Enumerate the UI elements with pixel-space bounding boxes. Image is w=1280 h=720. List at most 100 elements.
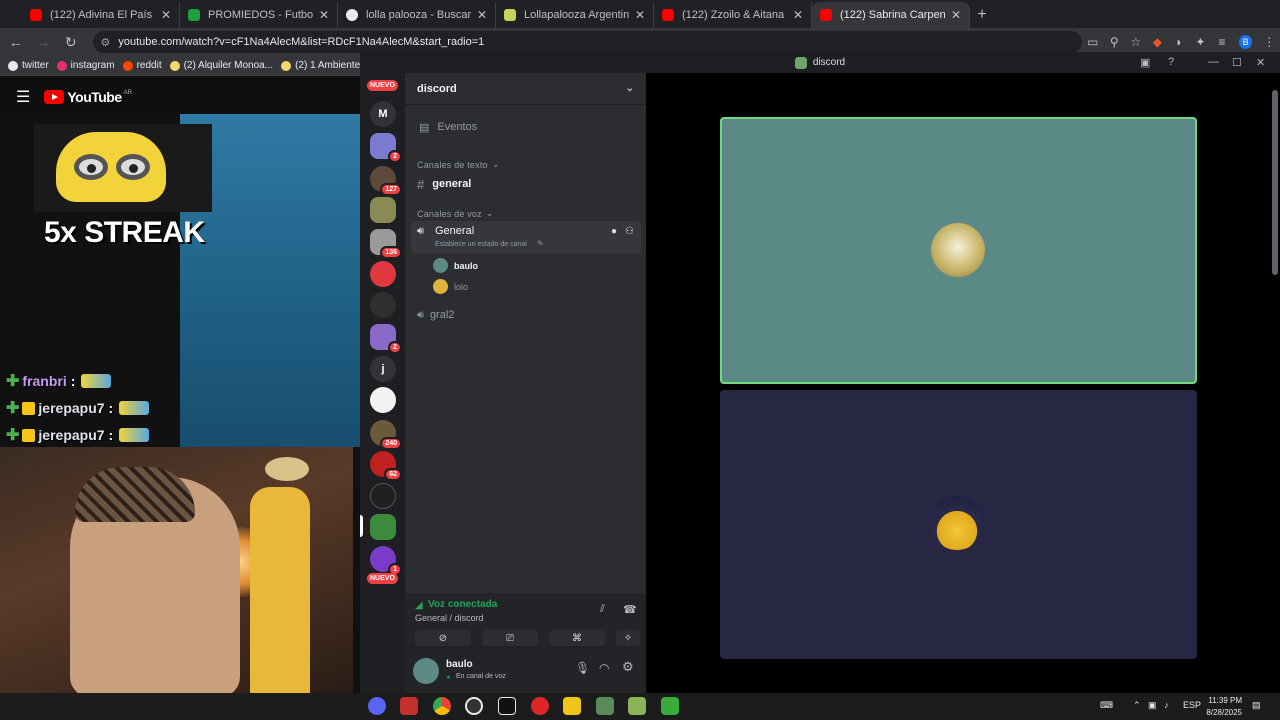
display-icon[interactable]: ▣ [1148, 700, 1157, 711]
bookmark-item[interactable]: reddit [122, 60, 162, 71]
channel-status-placeholder[interactable]: Establece un estado de canal [435, 241, 527, 248]
category-text-channels[interactable]: Canales de texto ⌄ [417, 159, 643, 170]
browser-tab-active[interactable]: (122) Sabrina Carpenter - Pleas ✕ [812, 2, 970, 28]
site-info-icon[interactable]: ⚙ [101, 36, 111, 49]
keyboard-icon[interactable]: ⌨ [1100, 700, 1113, 711]
new-tab-button[interactable]: + [970, 2, 994, 28]
user-name[interactable]: baulo [446, 659, 473, 670]
extension-fox-icon[interactable]: ◆ [1147, 35, 1169, 49]
server-icon-j[interactable]: j [370, 356, 396, 382]
app-taskbar-icon[interactable] [661, 697, 679, 715]
server-icon[interactable] [370, 261, 396, 287]
server-icon[interactable] [370, 197, 396, 223]
browser-tab[interactable]: Lollapalooza Argentina 2026 | T ✕ [496, 2, 654, 28]
chrome-taskbar-icon[interactable] [433, 697, 451, 715]
server-icon[interactable]: 2 [370, 324, 402, 354]
youtube-logo-text[interactable]: YouTube [67, 89, 122, 105]
settings-gear-icon[interactable]: ⚙ [622, 659, 634, 675]
voice-location[interactable]: General / discord [415, 613, 484, 623]
volume-icon[interactable]: ♪ [1164, 700, 1169, 710]
hamburger-menu-icon[interactable]: ☰ [16, 87, 30, 107]
bookmark-star-icon[interactable]: ☆ [1125, 35, 1147, 49]
minimize-icon[interactable]: — [1208, 56, 1219, 68]
close-tab-icon[interactable]: ✕ [951, 8, 961, 22]
disconnect-icon[interactable]: ☎ [623, 603, 637, 616]
close-tab-icon[interactable]: ✕ [161, 8, 171, 22]
user-avatar[interactable] [413, 658, 439, 684]
bookmark-item[interactable]: twitter [8, 60, 49, 71]
category-voice-channels[interactable]: Canales de voz ⌄ [417, 208, 643, 219]
notification-icon[interactable]: ▤ [1252, 700, 1261, 711]
add-member-icon[interactable]: ⚇ [625, 226, 634, 237]
microphone-icon[interactable]: 🎙︎ [575, 661, 590, 675]
participant-tile-speaking[interactable] [720, 117, 1197, 384]
inbox-icon[interactable]: ▣ [1140, 56, 1150, 69]
camera-button[interactable]: ⊘ [415, 630, 471, 646]
omnibox[interactable]: ⚙ youtube.com/watch?v=cF1Na4AlecM&list=R… [92, 31, 1082, 53]
obs-taskbar-icon[interactable] [465, 697, 483, 715]
close-tab-icon[interactable]: ✕ [793, 8, 803, 22]
youtube-logo-icon[interactable] [44, 90, 65, 104]
close-tab-icon[interactable]: ✕ [319, 8, 329, 22]
server-icon[interactable] [370, 292, 396, 318]
opera-gx-taskbar-icon[interactable] [531, 697, 549, 715]
page-scrollbar[interactable] [1272, 90, 1278, 275]
capcut-taskbar-icon[interactable] [498, 697, 516, 715]
pencil-icon[interactable]: ✎ [537, 239, 544, 248]
reload-icon[interactable]: ↻ [59, 34, 83, 51]
browser-tab[interactable]: lolla palooza - Buscar con Goog ✕ [338, 2, 496, 28]
game-launcher-taskbar-icon[interactable] [628, 697, 646, 715]
menu-kebab-icon[interactable]: ⋮ [1258, 35, 1280, 49]
extension-icon[interactable]: ◗ [1168, 35, 1190, 49]
profile-avatar[interactable]: B [1238, 35, 1253, 49]
server-icon[interactable]: 240 [370, 420, 402, 450]
file-explorer-taskbar-icon[interactable] [563, 697, 581, 715]
bookmark-item[interactable]: (2) Alquiler Monoa... [169, 60, 273, 71]
noise-suppression-icon[interactable]: ⫽ [600, 603, 605, 616]
close-tab-icon[interactable]: ✕ [635, 8, 645, 22]
browser-tab[interactable]: PROMIEDOS - Futbol Argentino ✕ [180, 2, 338, 28]
url-text[interactable]: youtube.com/watch?v=cF1Na4AlecM&list=RDc… [118, 36, 484, 48]
server-icon[interactable]: 136 [370, 229, 402, 259]
minecraft-taskbar-icon[interactable] [596, 697, 614, 715]
server-icon-m[interactable]: M [370, 101, 396, 127]
reading-list-icon[interactable]: ≡ [1211, 35, 1233, 49]
install-app-icon[interactable]: ▭ [1082, 35, 1104, 49]
forward-icon[interactable]: → [32, 34, 56, 50]
tab-search-area[interactable] [0, 2, 22, 28]
screen-share-button[interactable]: ⎚ [482, 630, 538, 646]
zoom-icon[interactable]: ⚲ [1103, 35, 1125, 49]
close-tab-icon[interactable]: ✕ [477, 8, 487, 22]
close-icon[interactable]: ✕ [1256, 56, 1265, 69]
help-icon[interactable]: ? [1168, 56, 1174, 68]
chat-bubble-icon[interactable]: ● [611, 226, 617, 237]
headphones-icon[interactable]: ◠ [599, 661, 609, 675]
activity-button[interactable]: ⌘ [549, 630, 605, 646]
voice-user[interactable]: lolo [433, 279, 468, 294]
server-icon-active[interactable] [370, 514, 396, 540]
server-icon[interactable]: 127 [370, 166, 402, 196]
language-indicator[interactable]: ESP [1183, 700, 1201, 710]
server-icon[interactable] [370, 387, 396, 413]
channel-gral2-voice[interactable]: 🔊︎ gral2 [417, 305, 643, 325]
discord-taskbar-icon[interactable] [368, 697, 386, 715]
voice-connected-label[interactable]: Voz conectada [428, 599, 497, 610]
extensions-puzzle-icon[interactable]: ✦ [1190, 35, 1212, 49]
news-app-taskbar-icon[interactable] [400, 697, 418, 715]
soundboard-button[interactable]: ✧ [616, 630, 640, 646]
browser-tab[interactable]: (122) Adivina El País con Gaspi ✕ [22, 2, 180, 28]
server-icon[interactable]: 62 [370, 451, 402, 481]
video-player[interactable]: 5x STREAK ✚ franbri : ✚ jerepapu7 : ✚ je… [0, 114, 360, 693]
bookmark-item[interactable]: instagram [56, 60, 115, 71]
voice-user[interactable]: baulo [433, 258, 478, 273]
server-icon[interactable]: 2 [370, 133, 402, 163]
events-item[interactable]: ▤ Eventos [419, 117, 645, 137]
clock[interactable]: 11:39 PM 8/28/2025 [1206, 695, 1242, 719]
back-icon[interactable]: ← [4, 34, 28, 50]
channel-general-text[interactable]: # general [417, 174, 643, 194]
participant-tile[interactable] [720, 390, 1197, 659]
server-header[interactable]: discord ⌄ [405, 73, 646, 105]
browser-tab[interactable]: (122) Zzoilo & Aitana - Mon Am ✕ [654, 2, 812, 28]
chevron-up-icon[interactable]: ⌃ [1133, 700, 1141, 711]
server-icon[interactable] [370, 483, 396, 509]
